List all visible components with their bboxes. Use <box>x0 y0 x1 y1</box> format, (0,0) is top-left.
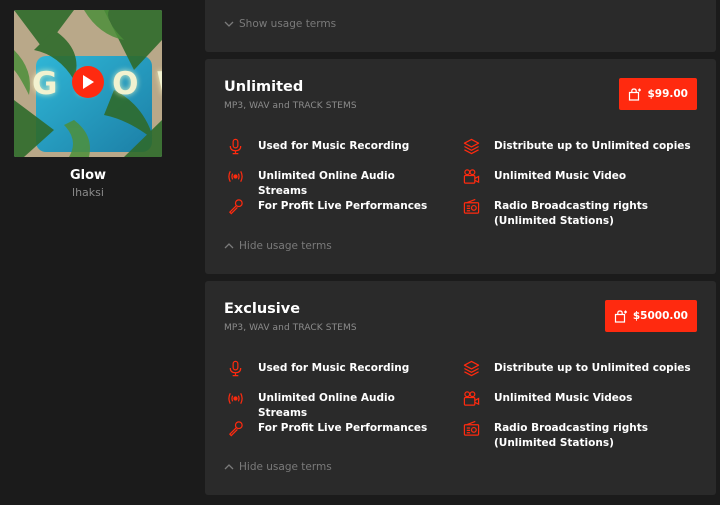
hide-usage-terms-toggle[interactable]: Hide usage terms <box>224 461 332 473</box>
feature-text: Radio Broadcasting rights (Unlimited Sta… <box>494 200 649 227</box>
price-label: $5000.00 <box>632 310 688 322</box>
add-to-cart-button[interactable]: $5000.00 <box>604 300 697 332</box>
broadcast-icon <box>227 168 244 185</box>
track-artist[interactable]: lhaksi <box>14 186 162 199</box>
feature-text: Used for Music Recording <box>258 362 410 374</box>
play-icon <box>83 75 94 89</box>
feature-text: Used for Music Recording <box>258 140 410 152</box>
license-formats: MP3, WAV and TRACK STEMS <box>224 323 357 333</box>
license-feature: Radio Broadcasting rights (Unlimited Sta… <box>463 198 703 229</box>
chevron-down-icon <box>224 21 234 27</box>
toggle-label: Hide usage terms <box>239 240 332 252</box>
feature-text: Unlimited Music Videos <box>494 392 633 404</box>
license-card-exclusive: Exclusive MP3, WAV and TRACK STEMS $5000.0… <box>205 281 716 495</box>
broadcast-icon <box>227 390 244 407</box>
live-mic-icon <box>227 420 244 437</box>
hide-usage-terms-toggle[interactable]: Hide usage terms <box>224 240 332 252</box>
video-camera-icon <box>463 168 480 185</box>
license-formats: MP3, WAV and TRACK STEMS <box>224 101 357 111</box>
license-feature: Unlimited Music Video <box>463 169 703 185</box>
license-name: Unlimited <box>224 79 304 95</box>
show-usage-terms-toggle[interactable]: Show usage terms <box>224 18 336 30</box>
license-feature: For Profit Live Performances <box>227 421 437 437</box>
license-name: Exclusive <box>224 301 301 317</box>
feature-text: For Profit Live Performances <box>258 422 428 434</box>
layers-icon <box>463 360 480 377</box>
price-label: $99.00 <box>647 88 688 100</box>
license-feature: Used for Music Recording <box>227 360 437 377</box>
track-title[interactable]: Glow <box>14 168 162 183</box>
microphone-icon <box>227 138 244 155</box>
radio-icon <box>463 198 480 215</box>
license-feature: Radio Broadcasting rights (Unlimited Sta… <box>463 420 703 451</box>
microphone-icon <box>227 360 244 377</box>
feature-text: Unlimited Online Audio Streams <box>258 392 395 419</box>
license-feature: Distribute up to Unlimited copies <box>463 138 703 155</box>
feature-text: Unlimited Music Video <box>494 170 627 182</box>
license-card-collapsed: Show usage terms <box>205 0 716 52</box>
cover-art[interactable]: GLOW <box>14 10 162 157</box>
feature-text: Radio Broadcasting rights (Unlimited Sta… <box>494 422 649 449</box>
chevron-up-icon <box>224 464 234 470</box>
cart-plus-icon <box>614 309 627 323</box>
feature-text: Distribute up to Unlimited copies <box>494 140 691 152</box>
license-feature: Unlimited Online Audio Streams <box>227 391 437 421</box>
feature-text: For Profit Live Performances <box>258 200 428 212</box>
feature-text: Unlimited Online Audio Streams <box>258 170 395 197</box>
toggle-label: Hide usage terms <box>239 461 332 473</box>
video-camera-icon <box>463 390 480 407</box>
live-mic-icon <box>227 198 244 215</box>
radio-icon <box>463 420 480 437</box>
feature-text: Distribute up to Unlimited copies <box>494 362 691 374</box>
play-button[interactable] <box>72 66 104 98</box>
layers-icon <box>463 138 480 155</box>
chevron-up-icon <box>224 243 234 249</box>
license-feature: Unlimited Online Audio Streams <box>227 169 437 199</box>
license-feature: Unlimited Music Videos <box>463 391 703 407</box>
add-to-cart-button[interactable]: $99.00 <box>619 78 697 110</box>
license-feature: Distribute up to Unlimited copies <box>463 360 703 377</box>
license-feature: For Profit Live Performances <box>227 199 437 215</box>
cart-plus-icon <box>629 87 642 101</box>
toggle-label: Show usage terms <box>239 18 337 30</box>
license-feature: Used for Music Recording <box>227 138 437 155</box>
beat-license-page: GLOW Glow lhaksi Show usage terms Unlimi… <box>0 0 720 505</box>
license-card-unlimited: Unlimited MP3, WAV and TRACK STEMS $99.00 U… <box>205 59 716 274</box>
